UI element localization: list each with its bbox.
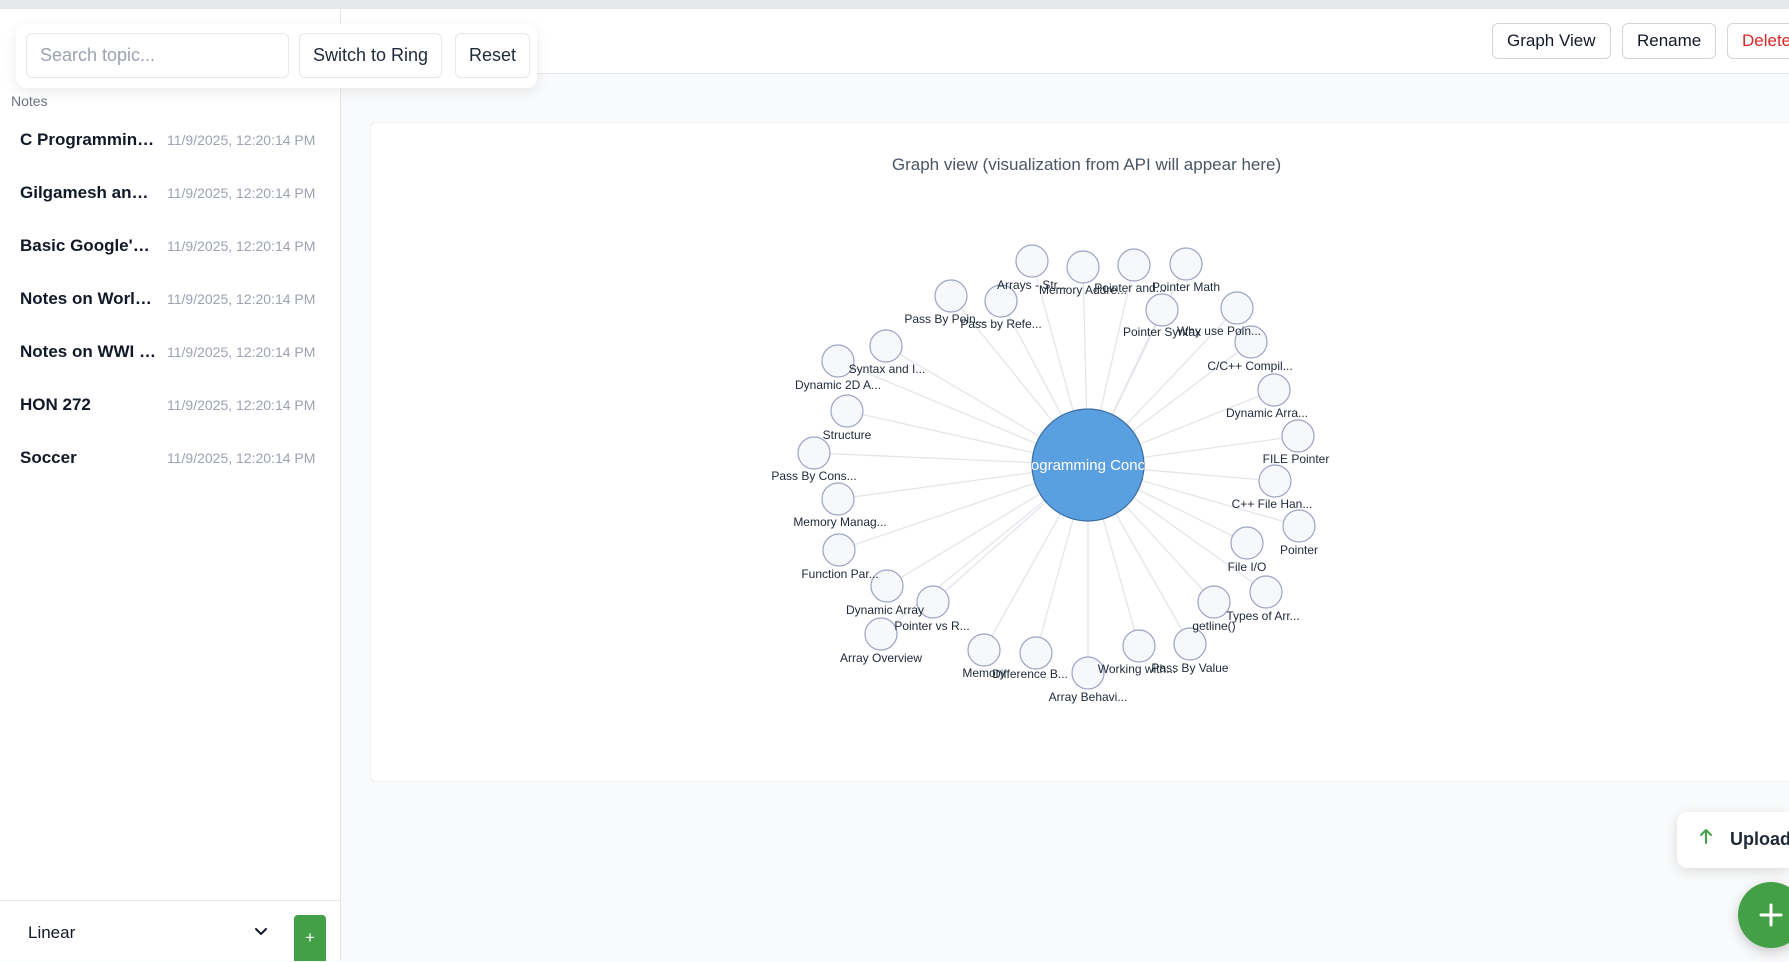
reset-button[interactable]: Reset bbox=[455, 33, 531, 78]
switch-layout-button[interactable]: Switch to Ring bbox=[299, 33, 443, 78]
graph-node[interactable] bbox=[1122, 629, 1156, 663]
graph-toolbar: Switch to Ring Reset bbox=[16, 24, 537, 88]
header: Graph View Rename Delete bbox=[341, 9, 1789, 74]
graph-node-label: Pointer Math bbox=[1152, 280, 1220, 294]
note-title: C Programming... bbox=[20, 130, 158, 149]
graph-node-label: Pointer Syntax bbox=[1123, 325, 1201, 339]
graph-node[interactable] bbox=[1145, 293, 1179, 327]
graph-node[interactable] bbox=[822, 533, 856, 567]
graph-node-label: C++ File Han... bbox=[1232, 497, 1313, 511]
graph-node-label: Array Overview bbox=[840, 651, 922, 665]
graph-view-button[interactable]: Graph View bbox=[1492, 23, 1611, 59]
plus-icon bbox=[1759, 903, 1783, 927]
graph-node-label: Types of Arr... bbox=[1226, 609, 1299, 623]
graph-node-label: Memory bbox=[962, 666, 1005, 680]
graph-node-label: Structure bbox=[823, 428, 872, 442]
window-top-strip bbox=[0, 0, 1789, 9]
graph-node-label: Pass by Refe... bbox=[960, 317, 1041, 331]
upload-button[interactable]: Upload bbox=[1677, 812, 1789, 868]
sidebar-footer: Linear + bbox=[0, 900, 340, 962]
note-title: HON 272 bbox=[20, 395, 91, 414]
graph-node-label: Memory Manag... bbox=[793, 515, 886, 529]
graph-node[interactable] bbox=[1230, 526, 1264, 560]
note-date: 11/9/2025, 12:20:14 PM bbox=[167, 291, 316, 307]
graph-node[interactable] bbox=[934, 279, 968, 313]
note-title: Soccer bbox=[20, 448, 77, 467]
note-item[interactable]: Notes on World... 11/9/2025, 12:20:14 PM bbox=[0, 280, 340, 333]
graph-node[interactable] bbox=[864, 617, 898, 651]
graph-panel: Graph view (visualization from API will … bbox=[370, 122, 1789, 782]
upload-label: Upload bbox=[1730, 829, 1789, 849]
graph-node-label: Pointer bbox=[1280, 543, 1318, 557]
note-date: 11/9/2025, 12:20:14 PM bbox=[167, 185, 316, 201]
graph-node-label: Dynamic Array bbox=[846, 603, 924, 617]
graph-node[interactable] bbox=[1117, 248, 1151, 282]
graph-node[interactable] bbox=[1220, 291, 1254, 325]
notes-heading: Notes bbox=[11, 93, 48, 109]
add-button[interactable]: + bbox=[294, 915, 326, 961]
note-item[interactable]: C Programming... 11/9/2025, 12:20:14 PM bbox=[0, 121, 340, 174]
note-item[interactable]: Soccer 11/9/2025, 12:20:14 PM bbox=[0, 439, 340, 492]
note-date: 11/9/2025, 12:20:14 PM bbox=[167, 450, 316, 466]
note-item[interactable]: HON 272 11/9/2025, 12:20:14 PM bbox=[0, 386, 340, 439]
note-title: Notes on WWI (... bbox=[20, 342, 158, 361]
note-item[interactable]: Notes on WWI (... 11/9/2025, 12:20:14 PM bbox=[0, 333, 340, 386]
note-date: 11/9/2025, 12:20:14 PM bbox=[167, 132, 316, 148]
order-select-value: Linear bbox=[28, 923, 76, 942]
note-title: Gilgamesh and ... bbox=[20, 183, 158, 202]
note-title: Notes on World... bbox=[20, 289, 158, 308]
rename-button[interactable]: Rename bbox=[1622, 23, 1717, 59]
graph-node-label: Pointer vs R... bbox=[894, 619, 969, 633]
graph-node[interactable] bbox=[1015, 244, 1049, 278]
graph-node[interactable] bbox=[830, 394, 864, 428]
note-list: C Programming... 11/9/2025, 12:20:14 PM … bbox=[0, 121, 340, 492]
graph-node[interactable] bbox=[1257, 373, 1291, 407]
graph-node[interactable] bbox=[1258, 464, 1292, 498]
note-date: 11/9/2025, 12:20:14 PM bbox=[167, 397, 316, 413]
graph-node[interactable] bbox=[869, 329, 903, 363]
graph-node-label: Function Par... bbox=[801, 567, 878, 581]
graph-node-label: Pass By Cons... bbox=[771, 469, 856, 483]
note-date: 11/9/2025, 12:20:14 PM bbox=[167, 344, 316, 360]
graph-node[interactable] bbox=[1197, 585, 1231, 619]
order-select[interactable]: Linear bbox=[14, 911, 282, 953]
graph-center-label: ogramming Conc bbox=[1031, 457, 1146, 474]
graph-node[interactable] bbox=[1249, 575, 1283, 609]
search-topic-input[interactable] bbox=[26, 33, 289, 78]
sidebar: Notes C Programming... 11/9/2025, 12:20:… bbox=[0, 9, 341, 961]
arrow-up-icon bbox=[1700, 829, 1712, 844]
graph-node[interactable] bbox=[1282, 509, 1316, 543]
delete-button[interactable]: Delete bbox=[1727, 23, 1789, 59]
note-date: 11/9/2025, 12:20:14 PM bbox=[167, 238, 316, 254]
graph-node[interactable] bbox=[1019, 636, 1053, 670]
note-title: Basic Google's S... bbox=[20, 236, 158, 255]
graph-node-label: Working with... bbox=[1098, 662, 1176, 676]
graph-node[interactable] bbox=[1066, 250, 1100, 284]
graph-node-label: Dynamic 2D A... bbox=[795, 378, 881, 392]
graph-node-label: FILE Pointer bbox=[1263, 452, 1330, 466]
graph-node[interactable] bbox=[967, 633, 1001, 667]
note-item[interactable]: Basic Google's S... 11/9/2025, 12:20:14 … bbox=[0, 227, 340, 280]
graph-node-label: Array Behavi... bbox=[1049, 690, 1128, 704]
graph-node-label: getline() bbox=[1192, 619, 1235, 633]
graph-node[interactable] bbox=[821, 482, 855, 516]
graph-node[interactable] bbox=[1169, 247, 1203, 281]
graph-node-label: C/C++ Compil... bbox=[1207, 359, 1292, 373]
graph-node-label: Syntax and I... bbox=[849, 362, 926, 376]
graph-canvas[interactable]: ogramming ConcArrays - Str...Memory Addr… bbox=[371, 123, 1789, 783]
graph-node-label: File I/O bbox=[1228, 560, 1267, 574]
graph-node[interactable] bbox=[1281, 419, 1315, 453]
fab-add-button[interactable] bbox=[1738, 882, 1789, 948]
chevron-down-icon bbox=[255, 928, 267, 935]
graph-node-label: Dynamic Arra... bbox=[1226, 406, 1308, 420]
note-item[interactable]: Gilgamesh and ... 11/9/2025, 12:20:14 PM bbox=[0, 174, 340, 227]
